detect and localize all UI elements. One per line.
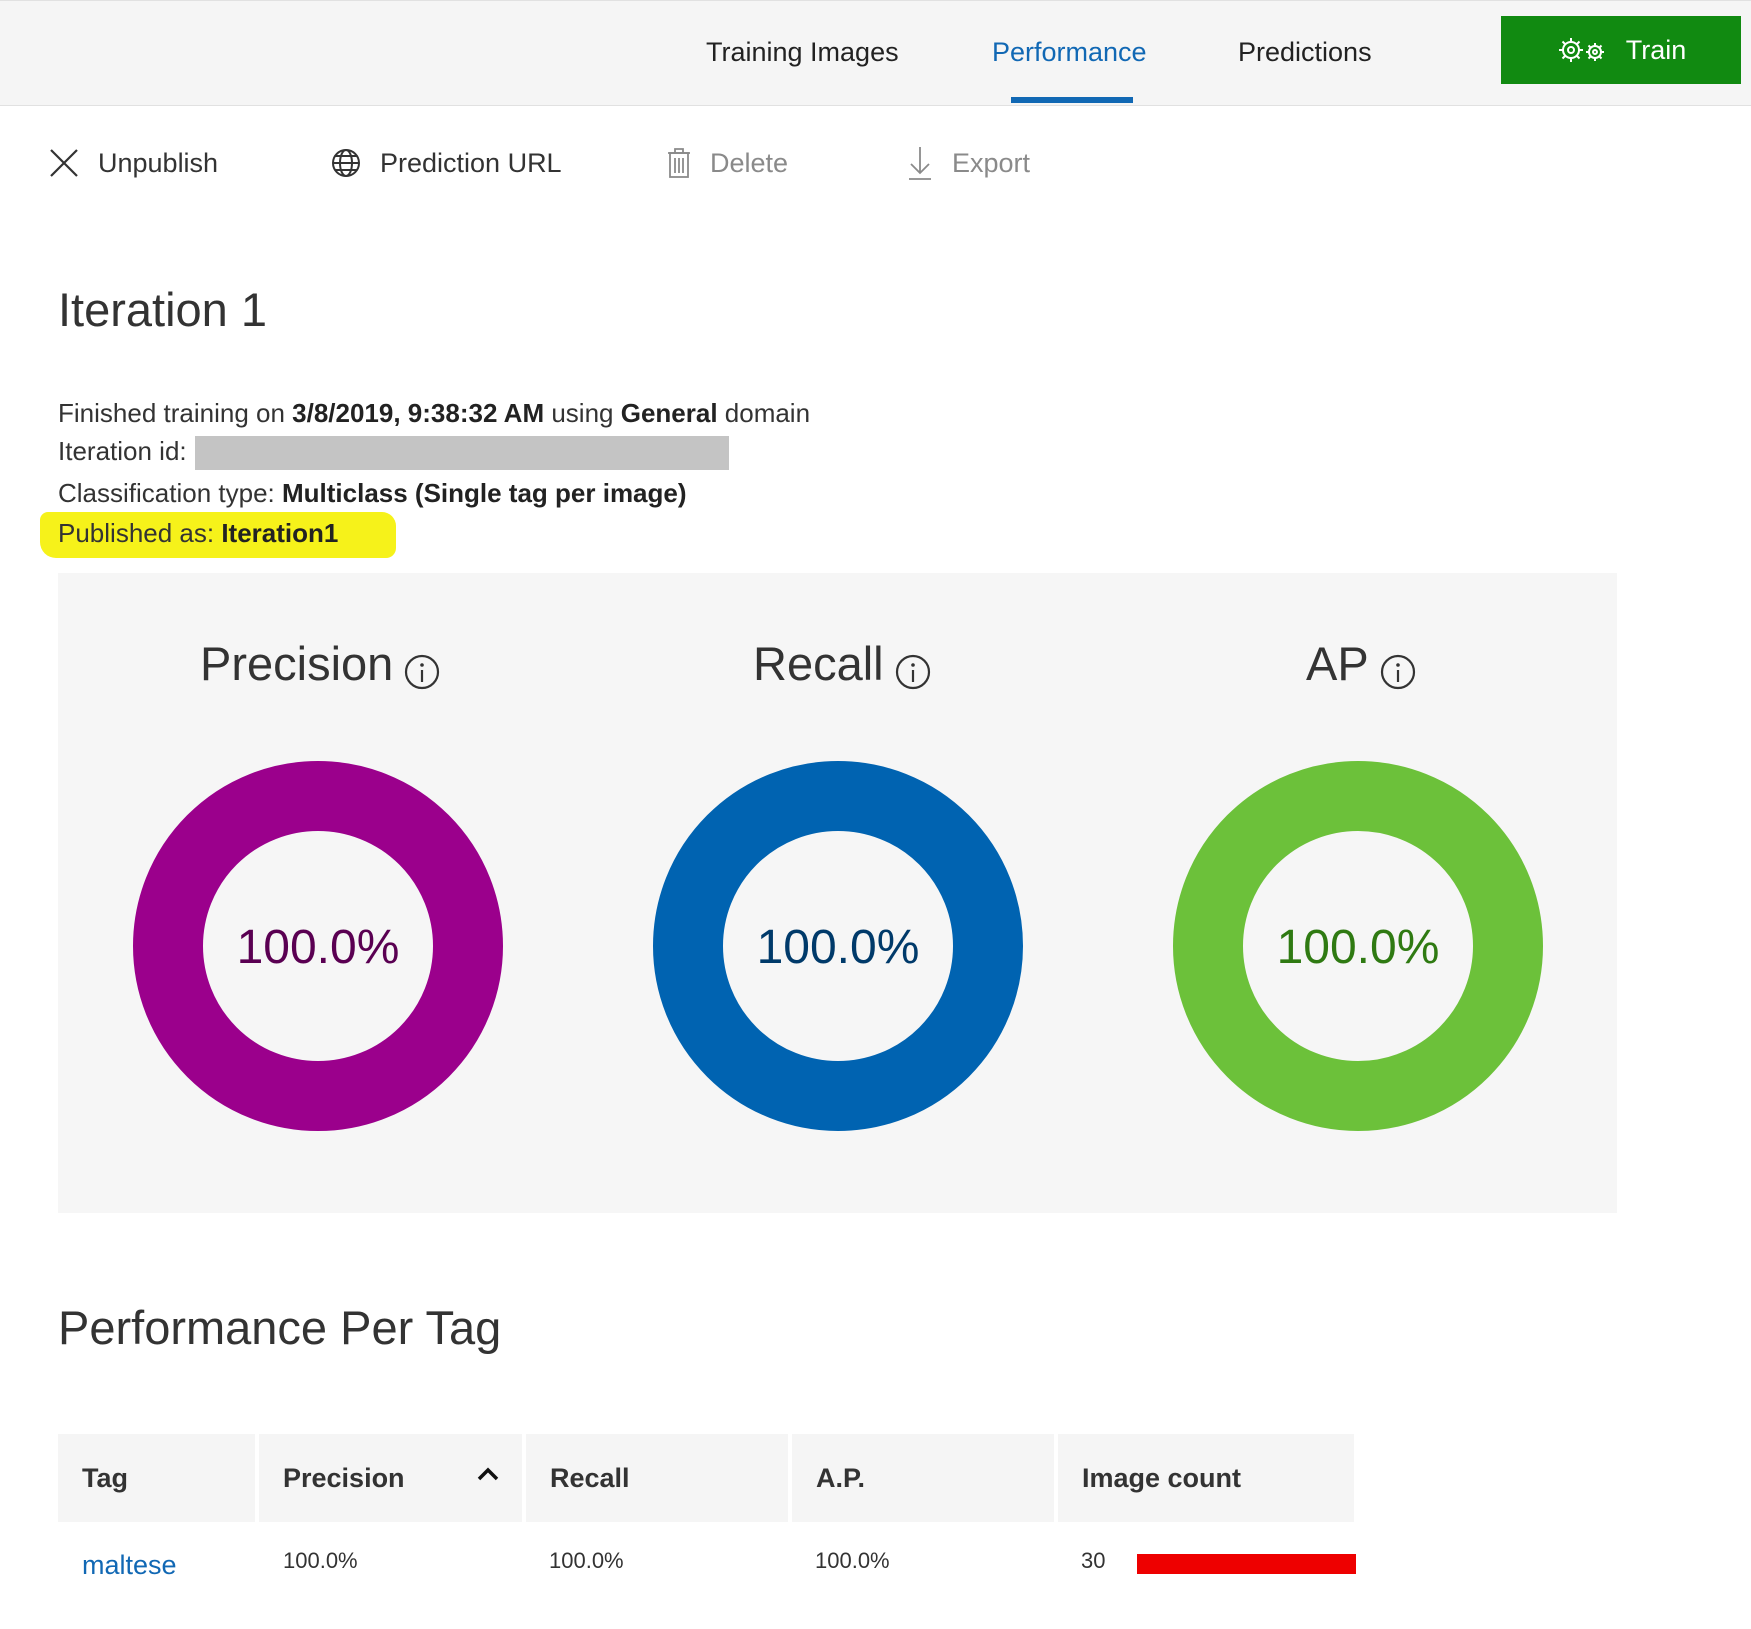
active-tab-indicator xyxy=(1011,97,1133,103)
delete-button[interactable]: Delete xyxy=(666,140,788,186)
column-header-precision[interactable]: Precision xyxy=(259,1434,522,1522)
trash-icon xyxy=(668,148,690,178)
gears-icon xyxy=(1558,38,1604,62)
row-ap: 100.0% xyxy=(815,1548,890,1573)
prediction-url-button[interactable]: Prediction URL xyxy=(330,140,562,186)
globe-icon xyxy=(332,149,360,177)
performance-per-tag-title: Performance Per Tag xyxy=(58,1301,502,1354)
prediction-url-label: Prediction URL xyxy=(380,147,562,178)
iteration-id-label: Iteration id: xyxy=(58,436,187,466)
row-image-count: 30 xyxy=(1081,1548,1106,1573)
recall-donut: 100.0% xyxy=(653,761,1023,1131)
precision-donut: 100.0% xyxy=(133,761,503,1131)
export-button[interactable]: Export xyxy=(906,140,1030,186)
tab-performance[interactable]: Performance xyxy=(992,37,1147,68)
tag-link-maltese[interactable]: maltese xyxy=(82,1550,177,1581)
train-button[interactable]: Train xyxy=(1501,16,1741,84)
published-as-text: Published as: Iteration1 xyxy=(58,518,339,548)
unpublish-button[interactable]: Unpublish xyxy=(48,140,218,186)
delete-label: Delete xyxy=(710,147,789,178)
unpublish-label: Unpublish xyxy=(98,147,219,178)
recall-metric-title: Recall xyxy=(753,636,932,691)
close-icon xyxy=(50,149,78,177)
recall-value: 100.0% xyxy=(757,921,920,974)
image-count-bar xyxy=(1137,1554,1356,1574)
info-icon[interactable] xyxy=(1379,653,1417,691)
column-header-ap[interactable]: A.P. xyxy=(792,1434,1054,1522)
column-header-image-count[interactable]: Image count xyxy=(1058,1434,1354,1522)
ap-metric-title: AP xyxy=(1306,636,1417,691)
info-icon[interactable] xyxy=(403,653,441,691)
classification-type-text: Classification type: Multiclass (Single … xyxy=(58,478,687,508)
ap-donut: 100.0% xyxy=(1173,761,1543,1131)
column-header-recall[interactable]: Recall xyxy=(526,1434,788,1522)
row-recall: 100.0% xyxy=(549,1548,624,1573)
row-precision: 100.0% xyxy=(283,1548,358,1573)
redacted-iteration-id xyxy=(194,436,729,471)
iteration-title: Iteration 1 xyxy=(58,283,268,336)
sort-ascending-icon xyxy=(477,1467,499,1481)
tab-predictions[interactable]: Predictions xyxy=(1238,37,1372,68)
column-header-tag[interactable]: Tag xyxy=(58,1434,255,1522)
image-count-bar-fill xyxy=(1137,1554,1356,1574)
download-icon xyxy=(909,147,931,180)
precision-metric-title: Precision xyxy=(200,636,441,691)
info-icon[interactable] xyxy=(894,653,932,691)
tab-training-images[interactable]: Training Images xyxy=(706,37,899,68)
top-nav-bar: Training Images Performance Predictions … xyxy=(0,0,1751,106)
precision-value: 100.0% xyxy=(237,921,400,974)
ap-value: 100.0% xyxy=(1277,921,1440,974)
training-finished-text: Finished training on 3/8/2019, 9:38:32 A… xyxy=(58,398,811,428)
iteration-id-row: Iteration id: xyxy=(58,436,729,471)
export-label: Export xyxy=(952,147,1031,178)
train-button-label: Train xyxy=(1625,34,1687,65)
